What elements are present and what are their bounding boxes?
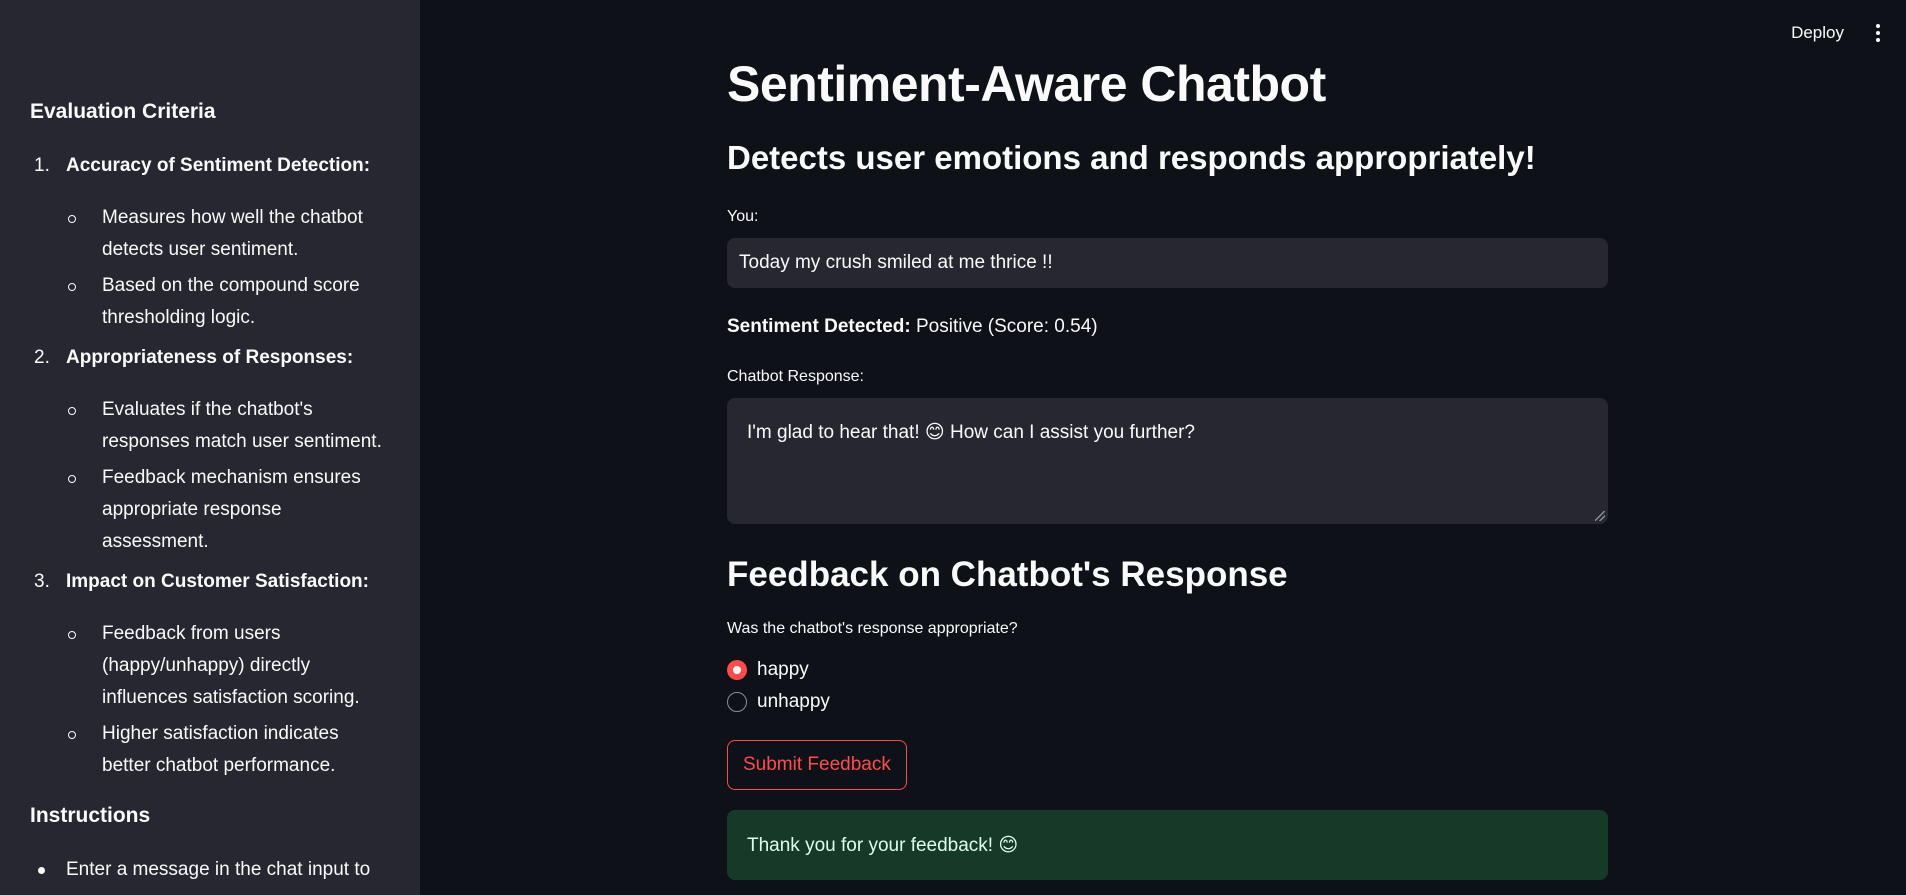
resize-handle-icon[interactable]	[1595, 511, 1605, 521]
criteria-number: 3.	[34, 571, 50, 592]
criteria-item: 3. Impact on Customer Satisfaction: Feed…	[30, 566, 390, 782]
sidebar: Evaluation Criteria 1. Accuracy of Senti…	[0, 0, 420, 895]
submit-feedback-button[interactable]: Submit Feedback	[727, 740, 907, 790]
criteria-point: Measures how well the chatbot detects us…	[66, 202, 390, 266]
instructions-list: Enter a message in the chat input to	[30, 854, 390, 886]
instructions-heading: Instructions	[30, 804, 151, 827]
criteria-point: Based on the compound score thresholding…	[66, 270, 390, 334]
criteria-point: Higher satisfaction indicates better cha…	[66, 718, 390, 782]
app-root: Evaluation Criteria 1. Accuracy of Senti…	[0, 0, 1906, 895]
feedback-heading: Feedback on Chatbot's Response	[727, 555, 1288, 594]
feedback-radio-group: happy unhappy	[727, 654, 1608, 718]
top-toolbar: Deploy	[1791, 22, 1884, 44]
criteria-title: Appropriateness of Responses:	[66, 347, 354, 368]
evaluation-criteria-heading: Evaluation Criteria	[30, 100, 216, 123]
kebab-dot	[1876, 31, 1880, 35]
radio-label: unhappy	[757, 691, 830, 712]
radio-label: happy	[757, 659, 809, 680]
radio-unselected-icon[interactable]	[727, 692, 747, 712]
chatbot-response-label: Chatbot Response:	[727, 368, 864, 385]
criteria-number: 1.	[34, 155, 50, 176]
feedback-question: Was the chatbot's response appropriate?	[727, 620, 1018, 637]
radio-selected-icon[interactable]	[727, 660, 747, 680]
deploy-button[interactable]: Deploy	[1791, 23, 1844, 43]
criteria-point: Feedback from users (happy/unhappy) dire…	[66, 618, 390, 714]
criteria-point: Feedback mechanism ensures appropriate r…	[66, 462, 390, 558]
page-title: Sentiment-Aware Chatbot	[727, 56, 1326, 112]
criteria-points: Measures how well the chatbot detects us…	[66, 202, 390, 334]
sentiment-value: Positive (Score: 0.54)	[910, 316, 1098, 337]
criteria-title: Impact on Customer Satisfaction:	[66, 571, 369, 592]
sentiment-label: Sentiment Detected:	[727, 316, 911, 337]
sentiment-result: Sentiment Detected: Positive (Score: 0.5…	[727, 314, 1608, 340]
criteria-list: 1. Accuracy of Sentiment Detection: Meas…	[30, 150, 390, 782]
instruction-item: Enter a message in the chat input to	[30, 854, 390, 886]
criteria-title: Accuracy of Sentiment Detection:	[66, 155, 371, 176]
user-message-input[interactable]: Today my crush smiled at me thrice !!	[727, 238, 1608, 288]
radio-option-unhappy[interactable]: unhappy	[727, 686, 1608, 718]
kebab-menu-icon[interactable]	[1872, 22, 1884, 44]
user-input-label: You:	[727, 208, 759, 225]
criteria-points: Evaluates if the chatbot's responses mat…	[66, 394, 390, 558]
criteria-item: 1. Accuracy of Sentiment Detection: Meas…	[30, 150, 390, 334]
kebab-dot	[1876, 24, 1880, 28]
criteria-item: 2. Appropriateness of Responses: Evaluat…	[30, 342, 390, 558]
page-subtitle: Detects user emotions and responds appro…	[727, 139, 1536, 176]
criteria-number: 2.	[34, 347, 50, 368]
chatbot-response-textarea[interactable]: I'm glad to hear that! 😊 How can I assis…	[727, 398, 1608, 524]
criteria-point: Evaluates if the chatbot's responses mat…	[66, 394, 390, 458]
success-alert: Thank you for your feedback! 😊	[727, 810, 1608, 880]
radio-option-happy[interactable]: happy	[727, 654, 1608, 686]
criteria-points: Feedback from users (happy/unhappy) dire…	[66, 618, 390, 782]
main-area: Deploy Sentiment-Aware Chatbot Detects u…	[420, 0, 1906, 895]
chatbot-response-text: I'm glad to hear that! 😊 How can I assis…	[747, 422, 1195, 443]
main-content: Sentiment-Aware Chatbot Detects user emo…	[727, 52, 1608, 880]
kebab-dot	[1876, 38, 1880, 42]
